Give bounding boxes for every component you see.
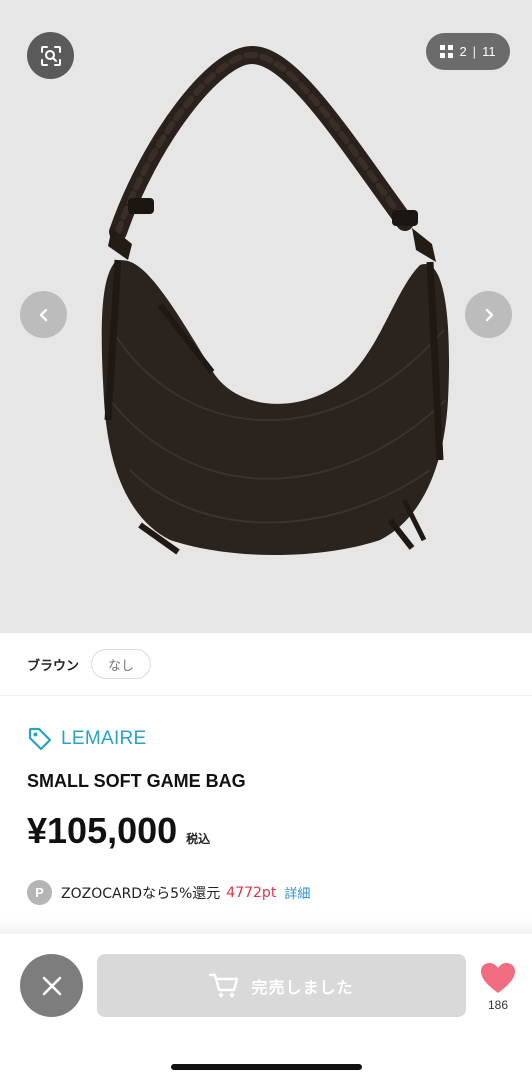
tag-icon: [28, 727, 52, 751]
favorite-button[interactable]: 186: [478, 962, 518, 1012]
next-image-button[interactable]: [465, 291, 512, 338]
grid-icon: [440, 45, 454, 58]
price-amount: ¥105,000: [27, 810, 178, 851]
sold-out-cart-button[interactable]: 完売しました: [97, 954, 466, 1017]
brand-link[interactable]: LEMAIRE: [27, 726, 147, 752]
brand-name: LEMAIRE: [61, 728, 147, 749]
previous-image-button[interactable]: [20, 291, 67, 338]
bottom-action-bar: 完売しました 186: [0, 934, 532, 1080]
cart-icon: [209, 973, 239, 997]
tax-label: 税込: [186, 832, 211, 846]
counter-total: 11: [482, 44, 496, 59]
image-search-icon: [40, 45, 61, 66]
favorite-count: 186: [487, 998, 509, 1012]
chevron-right-icon: [485, 308, 493, 321]
point-amount: 4772pt: [226, 884, 277, 901]
heart-icon: [481, 963, 515, 993]
product-image: [101, 45, 450, 555]
product-title: SMALL SOFT GAME BAG: [27, 771, 246, 791]
point-info: P ZOZOCARDなら5%還元 4772pt 詳細: [27, 880, 310, 905]
counter-current: 2: [459, 44, 467, 59]
counter-separator: |: [472, 44, 477, 59]
point-text: ZOZOCARDなら5%還元: [61, 885, 221, 902]
size-option-chip[interactable]: なし: [91, 649, 152, 679]
home-indicator: [171, 1064, 362, 1070]
variant-selector: ブラウン なし: [0, 633, 532, 696]
image-counter[interactable]: 2 | 11: [426, 33, 510, 70]
cart-button-label: 完売しました: [251, 977, 354, 997]
point-badge-icon: P: [27, 880, 52, 905]
product-image-gallery[interactable]: 2 | 11: [0, 0, 532, 633]
color-label: ブラウン: [27, 658, 80, 674]
image-search-button[interactable]: [27, 32, 74, 79]
close-button[interactable]: [20, 954, 83, 1017]
close-icon: [42, 976, 61, 995]
price-block: ¥105,000 税込: [27, 810, 210, 852]
chevron-left-icon: [39, 308, 47, 321]
point-detail-link[interactable]: 詳細: [284, 883, 310, 902]
section-divider: [0, 918, 532, 934]
